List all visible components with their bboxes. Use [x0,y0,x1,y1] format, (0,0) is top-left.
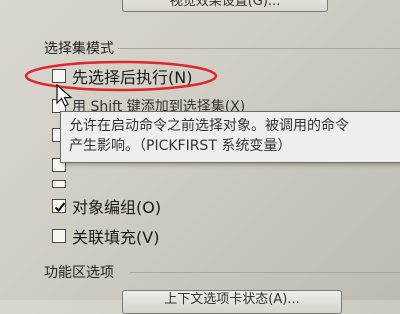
checkbox-hidden-option-5[interactable] [52,180,72,188]
pickfirst-tooltip: 允许在启动命令之前选择对象。被调用的命令 产生影响。（PICKFIRST 系统变… [60,111,400,163]
visual-effects-settings-button[interactable]: 视觉效果设置(G)... [122,0,328,12]
ribbon-options-group-title: 功能区选项 [44,265,114,281]
selection-mode-group-title: 选择集模式 [44,41,114,57]
checkbox-object-grouping[interactable]: 对象编组(O) [52,194,161,218]
tooltip-line-2: 产生影响。（PICKFIRST 系统变量） [69,138,292,154]
checkmark-icon [54,202,66,212]
mouse-cursor-icon [56,84,73,107]
checkbox-label: 关联填充(V) [72,228,160,247]
checkbox-box[interactable] [52,180,66,188]
contextual-tab-states-button[interactable]: 上下文选项卡状态(A)... [122,290,342,314]
group-divider [118,48,400,49]
tooltip-line-1: 允许在启动命令之前选择对象。被调用的命令 [69,118,349,134]
checkbox-box[interactable] [52,229,66,243]
checkbox-associative-hatch[interactable]: 关联填充(V) [52,224,159,248]
red-annotation-circle [24,60,218,92]
group-divider [130,272,400,273]
checkbox-label: 对象编组(O) [72,198,162,217]
checkbox-box[interactable] [52,199,66,213]
